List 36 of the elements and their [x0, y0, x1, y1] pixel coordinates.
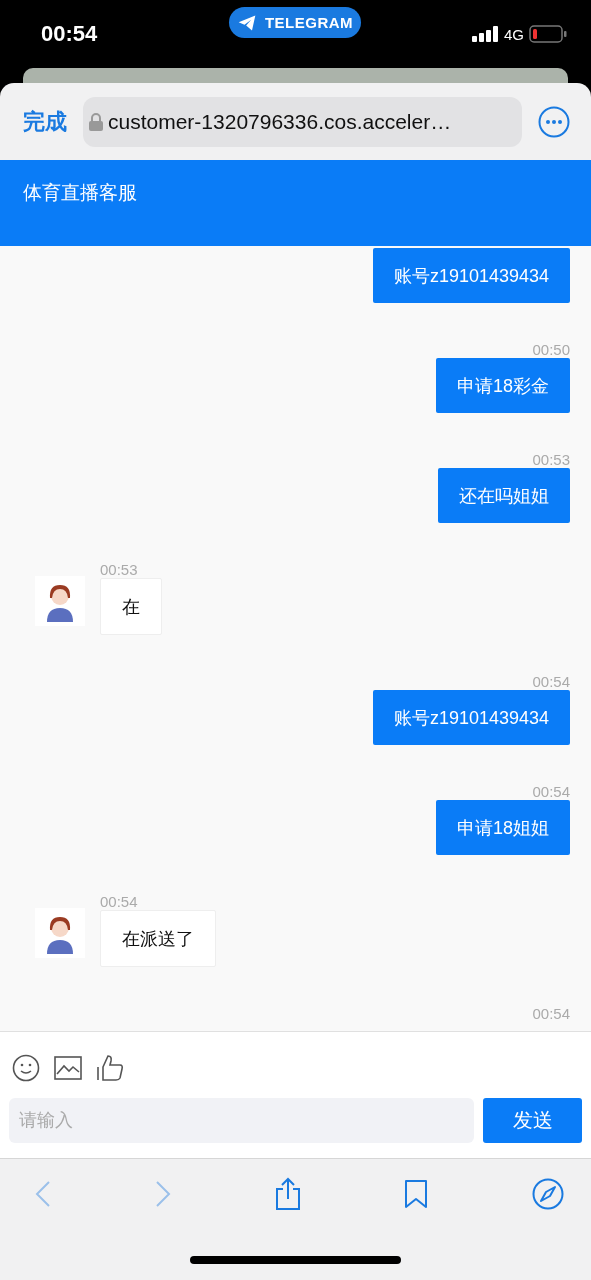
- message-time: 00:54: [532, 673, 570, 691]
- avatar-icon: [35, 908, 85, 958]
- smiley-icon[interactable]: [12, 1054, 40, 1082]
- message-bubble: 申请18姐姐: [435, 800, 570, 855]
- compass-icon[interactable]: [532, 1178, 564, 1210]
- done-button[interactable]: 完成: [23, 106, 67, 137]
- message-time: 00:53: [532, 451, 570, 469]
- thumbs-up-icon[interactable]: [96, 1054, 124, 1082]
- more-icon[interactable]: [538, 105, 570, 138]
- image-icon[interactable]: [54, 1056, 82, 1080]
- avatar-icon: [35, 576, 85, 626]
- send-button[interactable]: 发送: [483, 1098, 582, 1143]
- message-time: 00:54: [100, 893, 138, 911]
- network-label: 4G: [504, 25, 524, 43]
- message-bubble: 还在吗姐姐: [438, 468, 570, 523]
- message-bubble: 账号z19101439434: [372, 248, 570, 303]
- chat-title: 体育直播客服: [23, 182, 137, 203]
- address-bar[interactable]: customer-1320796336.cos.acceler…: [83, 96, 522, 147]
- message-time: 00:54: [532, 1005, 570, 1023]
- message-time: 00:53: [100, 561, 138, 579]
- signal-icon: [472, 26, 499, 42]
- url-text: customer-1320796336.cos.acceler…: [108, 109, 452, 134]
- message-time: 00:54: [532, 783, 570, 801]
- bookmark-icon[interactable]: [404, 1179, 429, 1209]
- status-time: 00:54: [41, 21, 98, 47]
- message-bubble: 在派送了: [100, 910, 216, 967]
- app-pill-label: TELEGRAM: [264, 14, 354, 31]
- message-bubble: 在: [100, 578, 162, 635]
- lock-icon: [89, 112, 103, 131]
- message-input[interactable]: 请输入: [9, 1098, 474, 1143]
- app-pill[interactable]: TELEGRAM: [229, 7, 361, 38]
- share-icon[interactable]: [274, 1177, 301, 1211]
- message-time: 00:50: [532, 341, 570, 359]
- battery-icon: [529, 25, 567, 43]
- message-bubble: 账号z19101439434: [372, 690, 570, 745]
- message-bubble: 申请18彩金: [435, 358, 570, 413]
